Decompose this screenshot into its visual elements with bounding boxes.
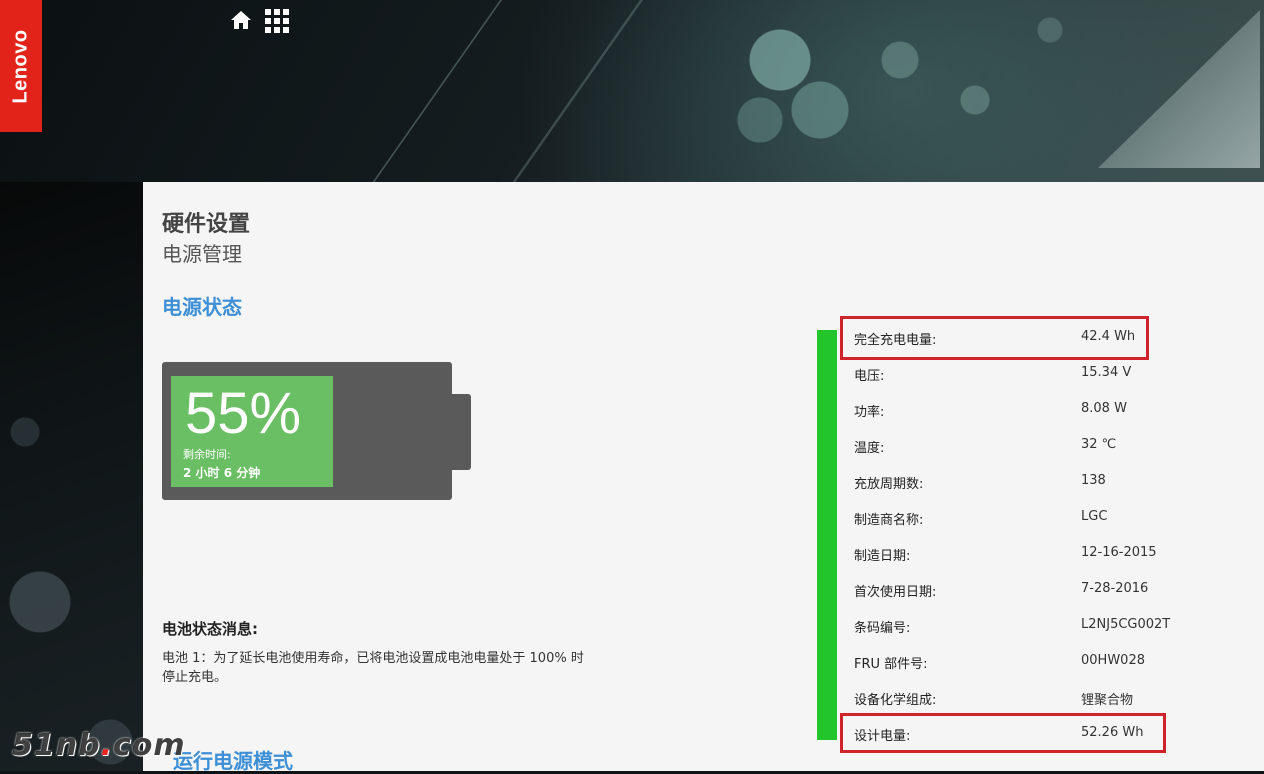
- watermark-suffix: com: [113, 728, 186, 763]
- battery-status-bar: [817, 330, 837, 740]
- battery-gauge: 55% 剩余时间: 2 小时 6 分钟: [162, 362, 452, 500]
- property-value: L2NJ5CG002T: [1081, 617, 1171, 632]
- property-label: 条码编号:: [854, 621, 911, 636]
- page-subtitle: 电源管理: [162, 242, 242, 266]
- apps-grid-icon[interactable]: [265, 9, 289, 33]
- property-value: 00HW028: [1081, 653, 1145, 668]
- highlight-box-full-charge: [840, 316, 1149, 360]
- watermark-prefix: 51nb: [12, 728, 101, 763]
- battery-level-fill: 55% 剩余时间: 2 小时 6 分钟: [171, 376, 333, 487]
- property-row: 设备化学组成: 锂聚合物: [837, 679, 1257, 715]
- property-label: 充放周期数:: [854, 477, 924, 492]
- battery-properties-list: 完全充电电量: 42.4 Wh 电压: 15.34 V 功率: 8.08 W 温度: 3…: [837, 319, 1257, 751]
- property-row: 温度: 32 ℃: [837, 427, 1257, 463]
- lenovo-logo: Lenovo: [0, 0, 42, 132]
- highlight-box-design-capacity: [840, 713, 1166, 753]
- section-title-power-status: 电源状态: [162, 295, 242, 319]
- battery-message-title: 电池状态消息:: [162, 620, 258, 638]
- page-title: 硬件设置: [162, 212, 251, 237]
- property-value: 32 ℃: [1081, 437, 1117, 452]
- property-value: 8.08 W: [1081, 401, 1127, 416]
- property-label: 首次使用日期:: [854, 585, 937, 600]
- background-circuit-image: [0, 182, 143, 771]
- property-label: 电压:: [854, 369, 885, 384]
- property-row: 功率: 8.08 W: [837, 391, 1257, 427]
- remaining-time-label: 剩余时间:: [183, 448, 231, 461]
- property-row: 条码编号: L2NJ5CG002T: [837, 607, 1257, 643]
- battery-percent: 55%: [185, 381, 302, 446]
- property-row: 制造商名称: LGC: [837, 499, 1257, 535]
- property-row: 首次使用日期: 7-28-2016: [837, 571, 1257, 607]
- property-label: 制造商名称:: [854, 513, 924, 528]
- property-row: FRU 部件号: 00HW028: [837, 643, 1257, 679]
- property-row: 电压: 15.34 V: [837, 355, 1257, 391]
- property-value: LGC: [1081, 509, 1108, 524]
- property-label: 温度:: [854, 441, 885, 456]
- property-value: 138: [1081, 473, 1106, 488]
- watermark-dot: .: [100, 728, 113, 763]
- section-title-power-mode: 运行电源模式: [173, 749, 293, 773]
- property-label: 功率:: [854, 405, 885, 420]
- property-value: 12-16-2015: [1081, 545, 1157, 560]
- battery-terminal: [452, 394, 471, 470]
- property-label: 制造日期:: [854, 549, 911, 564]
- battery-message-body: 电池 1：为了延长电池使用寿命，已将电池设置成电池电量处于 100% 时停止充电…: [162, 651, 584, 685]
- property-value: 7-28-2016: [1081, 581, 1149, 596]
- property-value: 锂聚合物: [1081, 693, 1134, 708]
- property-row: 制造日期: 12-16-2015: [837, 535, 1257, 571]
- content-panel: 硬件设置 电源管理 电源状态 55% 剩余时间: 2 小时 6 分钟 电池状态消…: [143, 182, 1264, 773]
- property-label: FRU 部件号:: [854, 657, 928, 672]
- home-icon[interactable]: [230, 9, 252, 31]
- property-label: 设备化学组成:: [854, 693, 937, 708]
- property-row: 充放周期数: 138: [837, 463, 1257, 499]
- site-watermark: 51nb.com: [12, 728, 186, 763]
- property-value: 15.34 V: [1081, 365, 1132, 380]
- lenovo-logo-text: Lenovo: [9, 28, 32, 104]
- remaining-time-value: 2 小时 6 分钟: [183, 466, 261, 480]
